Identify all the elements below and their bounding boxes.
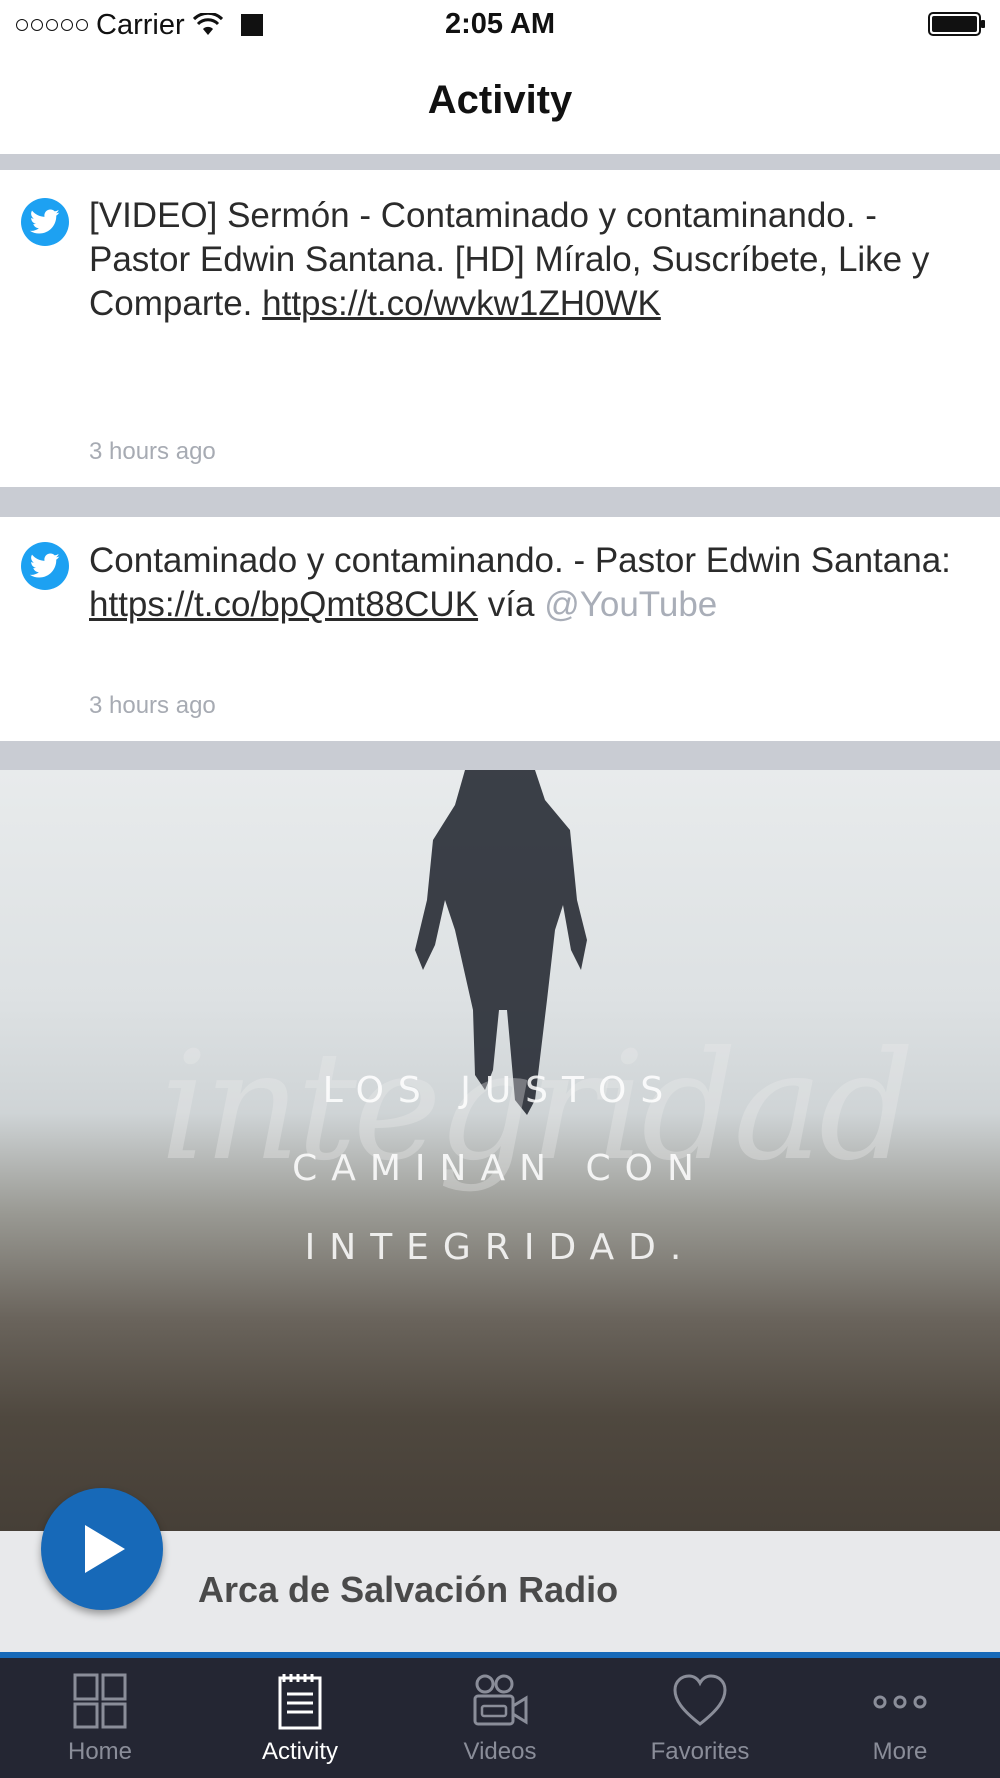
tab-label: Favorites: [650, 1738, 750, 1765]
tweet-timestamp: 3 hours ago: [89, 438, 216, 465]
image-text-line-1: LOS JUSTOS: [322, 1070, 678, 1111]
tweet-body: Contaminado y contaminando. - Pastor Edw…: [89, 541, 951, 580]
heart-icon: [673, 1674, 727, 1726]
status-bar: Carrier 2:05 AM: [0, 0, 1000, 50]
feed-item-tweet-2[interactable]: Contaminado y contaminando. - Pastor Edw…: [0, 517, 1000, 741]
image-text-line-3: INTEGRIDAD.: [304, 1227, 696, 1268]
tab-label: More: [872, 1738, 928, 1765]
feed-image-card[interactable]: integridad LOS JUSTOS CAMINAN CON INTEGR…: [0, 770, 1000, 1532]
tab-favorites[interactable]: Favorites: [600, 1658, 800, 1778]
battery-icon: [928, 12, 985, 36]
page-title: Activity: [427, 78, 573, 122]
feed-separator: [0, 487, 1000, 517]
nav-bar: Activity: [0, 50, 1000, 154]
twitter-icon: [21, 542, 69, 590]
tweet-timestamp: 3 hours ago: [89, 692, 216, 719]
tab-label: Videos: [463, 1738, 537, 1765]
tweet-link[interactable]: https://t.co/wvkw1ZH0WK: [262, 284, 661, 323]
tweet-mention[interactable]: @YouTube: [544, 585, 717, 624]
tab-home[interactable]: Home: [0, 1658, 200, 1778]
twitter-icon: [21, 198, 69, 246]
tweet-body-after: vía: [478, 585, 545, 624]
feed-separator: [0, 741, 1000, 770]
video-camera-icon: [473, 1674, 528, 1726]
tab-videos[interactable]: Videos: [400, 1658, 600, 1778]
tweet-link[interactable]: https://t.co/bpQmt88CUK: [89, 585, 478, 624]
play-button[interactable]: [41, 1488, 163, 1610]
feed-separator: [0, 154, 1000, 170]
tweet-text: Contaminado y contaminando. - Pastor Edw…: [89, 539, 984, 627]
tab-bar: Home Activity Videos Favorites More: [0, 1652, 1000, 1778]
play-icon: [85, 1525, 125, 1573]
tab-activity[interactable]: Activity: [200, 1658, 400, 1778]
tweet-text: [VIDEO] Sermón - Contaminado y contamina…: [89, 194, 984, 326]
activity-notepad-icon: [278, 1674, 322, 1730]
feed-item-tweet-1[interactable]: [VIDEO] Sermón - Contaminado y contamina…: [0, 170, 1000, 487]
home-grid-icon: [73, 1673, 127, 1729]
tab-label: Home: [67, 1738, 133, 1765]
more-dots-icon: [873, 1695, 927, 1709]
image-text-line-2: CAMINAN CON: [292, 1148, 708, 1189]
player-station-title: Arca de Salvación Radio: [198, 1569, 619, 1610]
tab-label: Activity: [261, 1738, 338, 1765]
status-time: 2:05 AM: [444, 8, 556, 40]
tab-more[interactable]: More: [800, 1658, 1000, 1778]
